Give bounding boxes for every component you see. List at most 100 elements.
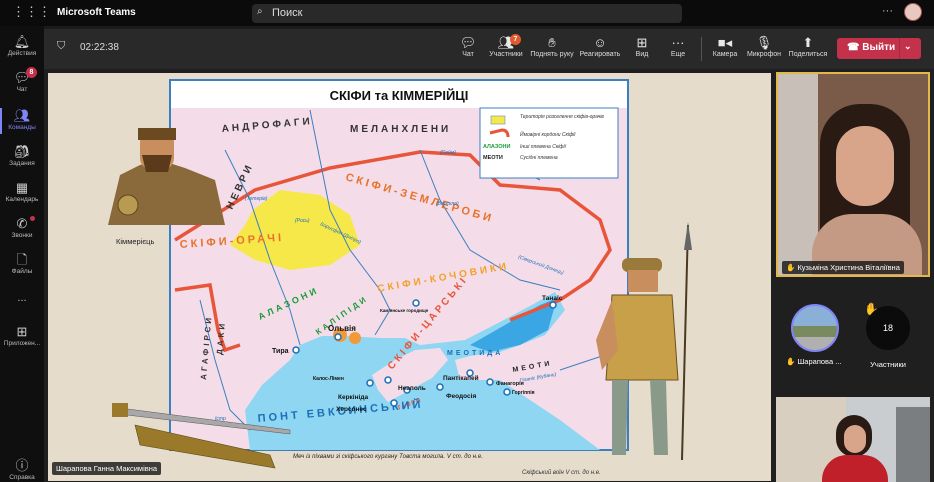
avatar-name: ✋ Шарапова ... bbox=[786, 357, 841, 366]
participant-avatar[interactable] bbox=[791, 304, 839, 352]
meeting-toolbar: ⛉ 02:22:38 💬︎ Чат 👥︎ Участники 7 ✋︎ Поднять … bbox=[44, 29, 934, 69]
user-avatar[interactable] bbox=[904, 3, 922, 21]
label: Звонки bbox=[11, 232, 33, 239]
label: Микрофон bbox=[746, 51, 782, 58]
sidebar-item-more[interactable]: ... bbox=[0, 292, 44, 304]
background-door bbox=[896, 407, 930, 482]
city-label: Калос-Лімен bbox=[313, 376, 344, 382]
phone-icon: ✆ bbox=[16, 216, 28, 231]
sidebar-item-chat[interactable]: 💬︎ Чат 8 bbox=[0, 67, 44, 93]
sidebar-item-apps[interactable]: ⊞ Приложен... bbox=[0, 324, 44, 347]
search-input[interactable]: ⌕ Поиск bbox=[252, 4, 682, 23]
label: Команды bbox=[8, 124, 36, 131]
shield-icon: ⛉ bbox=[57, 40, 66, 52]
legend-border: Ймовірні кордони Скіфії bbox=[520, 130, 576, 138]
meeting-timer: 02:22:38 bbox=[80, 42, 119, 53]
city-label: Ольвія bbox=[328, 324, 356, 333]
more-options-icon[interactable]: ··· bbox=[882, 5, 893, 17]
city-label: Феодосія bbox=[446, 392, 476, 400]
city-label: Кам'янське городище bbox=[380, 308, 429, 313]
raise-hand-button[interactable]: ✋︎ Поднять руку bbox=[526, 34, 578, 58]
label: Чат bbox=[462, 51, 474, 58]
map-title: СКІФИ та КІММЕРІЙЦІ bbox=[330, 88, 469, 103]
divider bbox=[899, 38, 900, 59]
participant-name-chip: ✋ Кузьміна Христина Віталіївна bbox=[782, 261, 904, 274]
label: Шарапова ... bbox=[797, 357, 842, 366]
participant-video-tile[interactable]: ✋ Кузьміна Христина Віталіївна bbox=[776, 72, 930, 277]
label: Чат bbox=[16, 86, 28, 93]
more-icon: ··· bbox=[671, 35, 685, 50]
label: Реагировать bbox=[579, 51, 621, 58]
file-icon: 🗋 bbox=[16, 252, 28, 267]
cimmerian-caption: Кіммерієць bbox=[116, 237, 154, 246]
label: Календарь bbox=[5, 196, 39, 203]
sword-caption: Меч із піхвами зі скіфського кургану Тов… bbox=[293, 454, 483, 460]
sidebar-item-activity[interactable]: 🔔︎ Действия bbox=[0, 34, 44, 57]
chat-badge: 8 bbox=[26, 67, 37, 78]
app-launcher-icon[interactable]: ⋮⋮⋮ bbox=[12, 4, 51, 20]
city-label: Тира bbox=[272, 348, 289, 355]
raised-hand-icon: ✋ bbox=[786, 263, 798, 272]
legend-meoty: МЕОТИ bbox=[483, 155, 503, 161]
label: Вид bbox=[635, 51, 649, 58]
presenter-name: Шарапова Ганна Максимівна bbox=[52, 462, 162, 475]
river-label: (Тетерів) bbox=[245, 196, 268, 202]
app-title: Microsoft Teams bbox=[57, 7, 136, 18]
bell-icon: 🔔︎ bbox=[13, 34, 31, 49]
label: Камера bbox=[712, 51, 738, 58]
share-icon: ⬆ bbox=[802, 35, 814, 50]
participants-badge: 7 bbox=[510, 34, 521, 45]
sidebar-item-files[interactable]: 🗋 Файлы bbox=[0, 252, 44, 275]
teams-icon: 👥︎ bbox=[13, 108, 31, 123]
region-label: МЕОТИДА bbox=[447, 350, 503, 357]
sidebar-item-assignments[interactable]: 🎒︎ Задания bbox=[0, 144, 44, 167]
legend-orachi: Територія розселення скіфів-орачів bbox=[520, 114, 604, 120]
chat-icon: 💬︎ bbox=[13, 70, 31, 85]
calls-dot bbox=[30, 216, 35, 221]
hangup-icon: ☎︎ bbox=[847, 42, 863, 53]
participant-face bbox=[836, 126, 894, 206]
label: Справка bbox=[9, 474, 35, 481]
slide-canvas: СКІФИ та КІММЕРІЙЦІ Територія розселення… bbox=[108, 79, 692, 476]
participant-count[interactable]: 18 bbox=[866, 306, 910, 350]
legend-neighbors: Сусідні племена bbox=[520, 155, 558, 161]
river-label: (Рось) bbox=[295, 218, 310, 224]
label: Поднять руку bbox=[530, 51, 574, 58]
share-button[interactable]: ⬆ Поделиться bbox=[782, 34, 834, 58]
city-label: Танаїс bbox=[542, 295, 563, 302]
participants-button[interactable]: 👥︎ Участники 7 bbox=[480, 34, 532, 58]
people-icon: 👥︎ bbox=[497, 35, 515, 50]
label: Участники bbox=[489, 51, 523, 58]
self-video-tile[interactable] bbox=[776, 397, 930, 482]
label: Еще bbox=[670, 51, 686, 58]
label: Поделиться bbox=[788, 51, 828, 58]
city-label: Пантікапей bbox=[443, 374, 479, 382]
active-indicator bbox=[0, 108, 2, 134]
region-label: МЕЛАНХЛЕНИ bbox=[350, 124, 451, 135]
label: Действия bbox=[7, 50, 37, 57]
river-label: (Ворскла) bbox=[436, 201, 459, 207]
label: Задания bbox=[9, 160, 35, 167]
chevron-down-icon[interactable]: ⌄ bbox=[904, 41, 912, 52]
participant-shirt bbox=[822, 455, 888, 482]
shared-slide: СКІФИ та КІММЕРІЙЦІ Територія розселення… bbox=[48, 73, 771, 481]
warrior-caption: Скіфський воїн V ст. до н.е. bbox=[522, 469, 601, 476]
more-button[interactable]: ··· Еще bbox=[652, 34, 704, 58]
leave-button[interactable]: ☎︎ Выйти ⌄ bbox=[837, 38, 921, 59]
label: Файлы bbox=[11, 268, 33, 275]
assignments-icon: 🎒︎ bbox=[13, 144, 31, 159]
sidebar-item-teams[interactable]: 👥︎ Команды bbox=[0, 108, 44, 134]
sidebar-item-calls[interactable]: ✆ Звонки bbox=[0, 216, 44, 239]
sidebar-item-help[interactable]: ⓘ Справка bbox=[0, 458, 44, 481]
search-placeholder: Поиск bbox=[272, 7, 303, 19]
help-icon: ⓘ bbox=[15, 458, 29, 473]
sidebar-item-calendar[interactable]: ▦ Календарь bbox=[0, 180, 44, 203]
search-icon: ⌕ bbox=[257, 6, 263, 17]
participants-label: Участники bbox=[870, 360, 906, 369]
legend-other-tribes: Інші племена Скіфії bbox=[520, 144, 567, 150]
river-label: (Сейм) bbox=[440, 149, 456, 156]
calendar-icon: ▦ bbox=[15, 180, 29, 195]
apps-icon: ⊞ bbox=[16, 324, 28, 339]
hand-icon: ✋︎ bbox=[548, 35, 556, 50]
app-sidebar: 🔔︎ Действия 💬︎ Чат 8 👥︎ Команды 🎒︎ Задания ▦ К… bbox=[0, 26, 44, 482]
